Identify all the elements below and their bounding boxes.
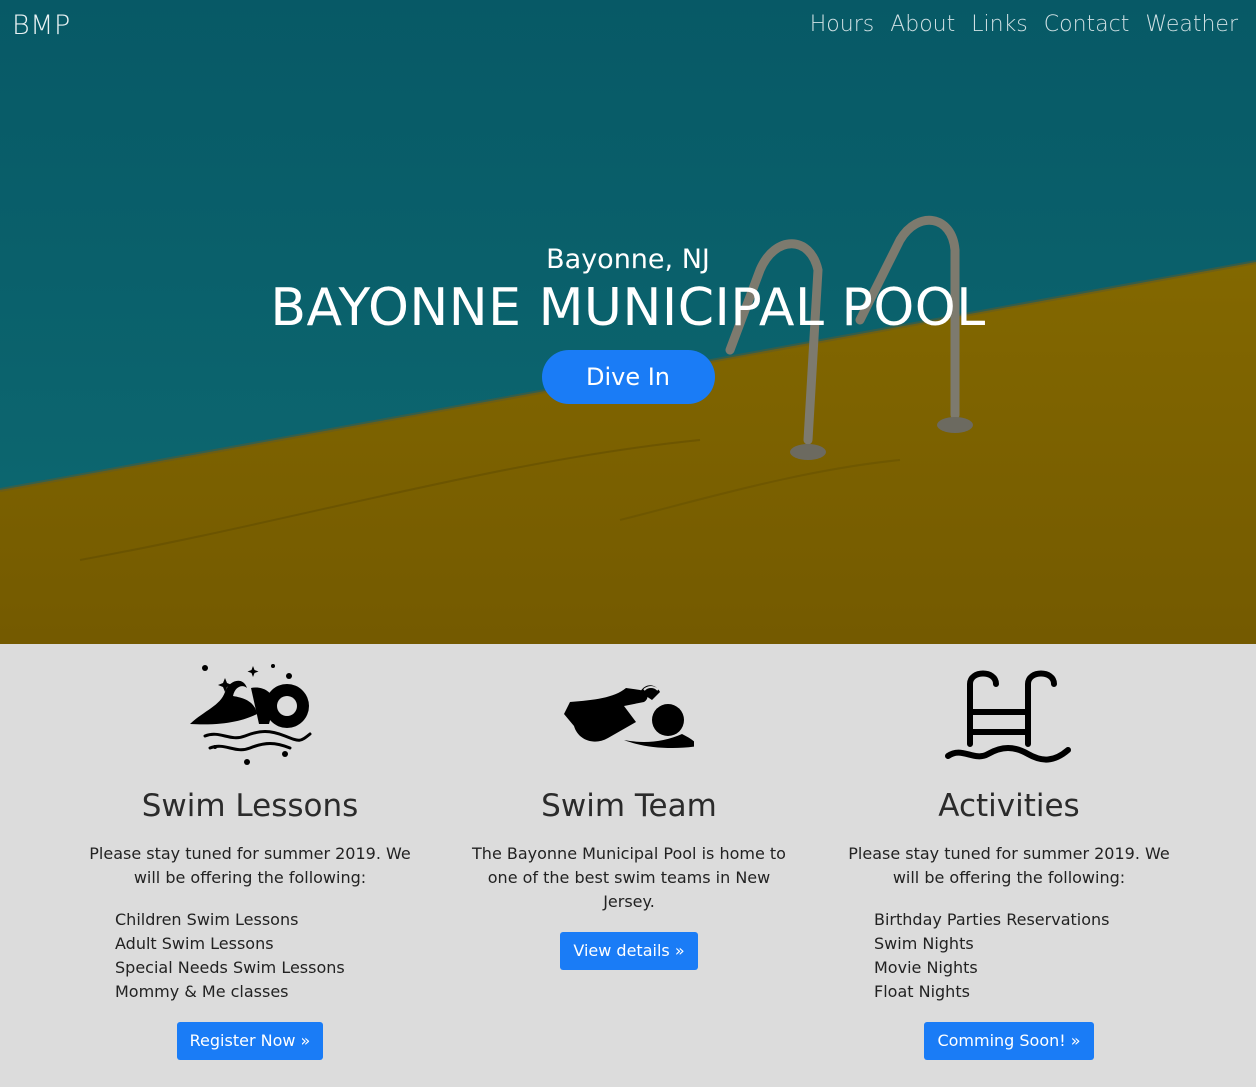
list-item: Float Nights (874, 982, 970, 1001)
feature-description: Please stay tuned for summer 2019. We wi… (89, 844, 411, 887)
feature-heading: Swim Lessons (141, 788, 359, 824)
brand-link[interactable]: BMP (12, 10, 71, 41)
nav-link-about[interactable]: About (890, 12, 955, 37)
view-details-button[interactable]: View details » (560, 932, 698, 970)
feature-description: The Bayonne Municipal Pool is home to on… (472, 844, 786, 911)
list-item: Mommy & Me classes (115, 982, 289, 1001)
feature-description: Please stay tuned for summer 2019. We wi… (848, 844, 1170, 887)
features-section: Swim Lessons Please stay tuned for summe… (0, 644, 1256, 1087)
hero-subtitle: Bayonne, NJ (546, 244, 710, 275)
top-navigation: BMP Hours About Links Contact Weather (0, 0, 1256, 56)
register-now-button[interactable]: Register Now » (176, 1022, 324, 1060)
feature-activities: Activities Please stay tuned for summer … (839, 644, 1179, 1060)
nav-link-links[interactable]: Links (971, 12, 1028, 37)
feature-heading: Activities (938, 788, 1080, 824)
list-item: Movie Nights (874, 958, 978, 977)
pool-ladder-icon (945, 670, 1071, 763)
feature-swim-team: Swim Team The Bayonne Municipal Pool is … (459, 644, 799, 970)
nav-links: Hours About Links Contact Weather (810, 12, 1238, 37)
feature-heading: Swim Team (541, 788, 717, 824)
hero-section: BMP Hours About Links Contact Weather Ba… (0, 0, 1256, 644)
feature-list: Children Swim Lessons Adult Swim Lessons… (115, 908, 420, 1004)
hero-content: Bayonne, NJ BAYONNE MUNICIPAL POOL Dive … (0, 240, 1256, 404)
swimmer-splash-icon (190, 664, 312, 765)
list-item: Special Needs Swim Lessons (115, 958, 345, 977)
list-item: Swim Nights (874, 934, 974, 953)
swimmer-icon (564, 685, 694, 748)
dive-in-button[interactable]: Dive In (541, 350, 715, 404)
feature-swim-lessons: Swim Lessons Please stay tuned for summe… (80, 644, 420, 1060)
nav-link-hours[interactable]: Hours (810, 12, 874, 37)
list-item: Children Swim Lessons (115, 910, 299, 929)
nav-link-contact[interactable]: Contact (1044, 12, 1130, 37)
nav-link-weather[interactable]: Weather (1145, 12, 1238, 37)
list-item: Adult Swim Lessons (115, 934, 274, 953)
comming-soon-button[interactable]: Comming Soon! » (924, 1022, 1094, 1060)
hero-title: BAYONNE MUNICIPAL POOL (270, 278, 986, 338)
feature-list: Birthday Parties Reservations Swim Night… (874, 908, 1179, 1004)
list-item: Birthday Parties Reservations (874, 910, 1110, 929)
